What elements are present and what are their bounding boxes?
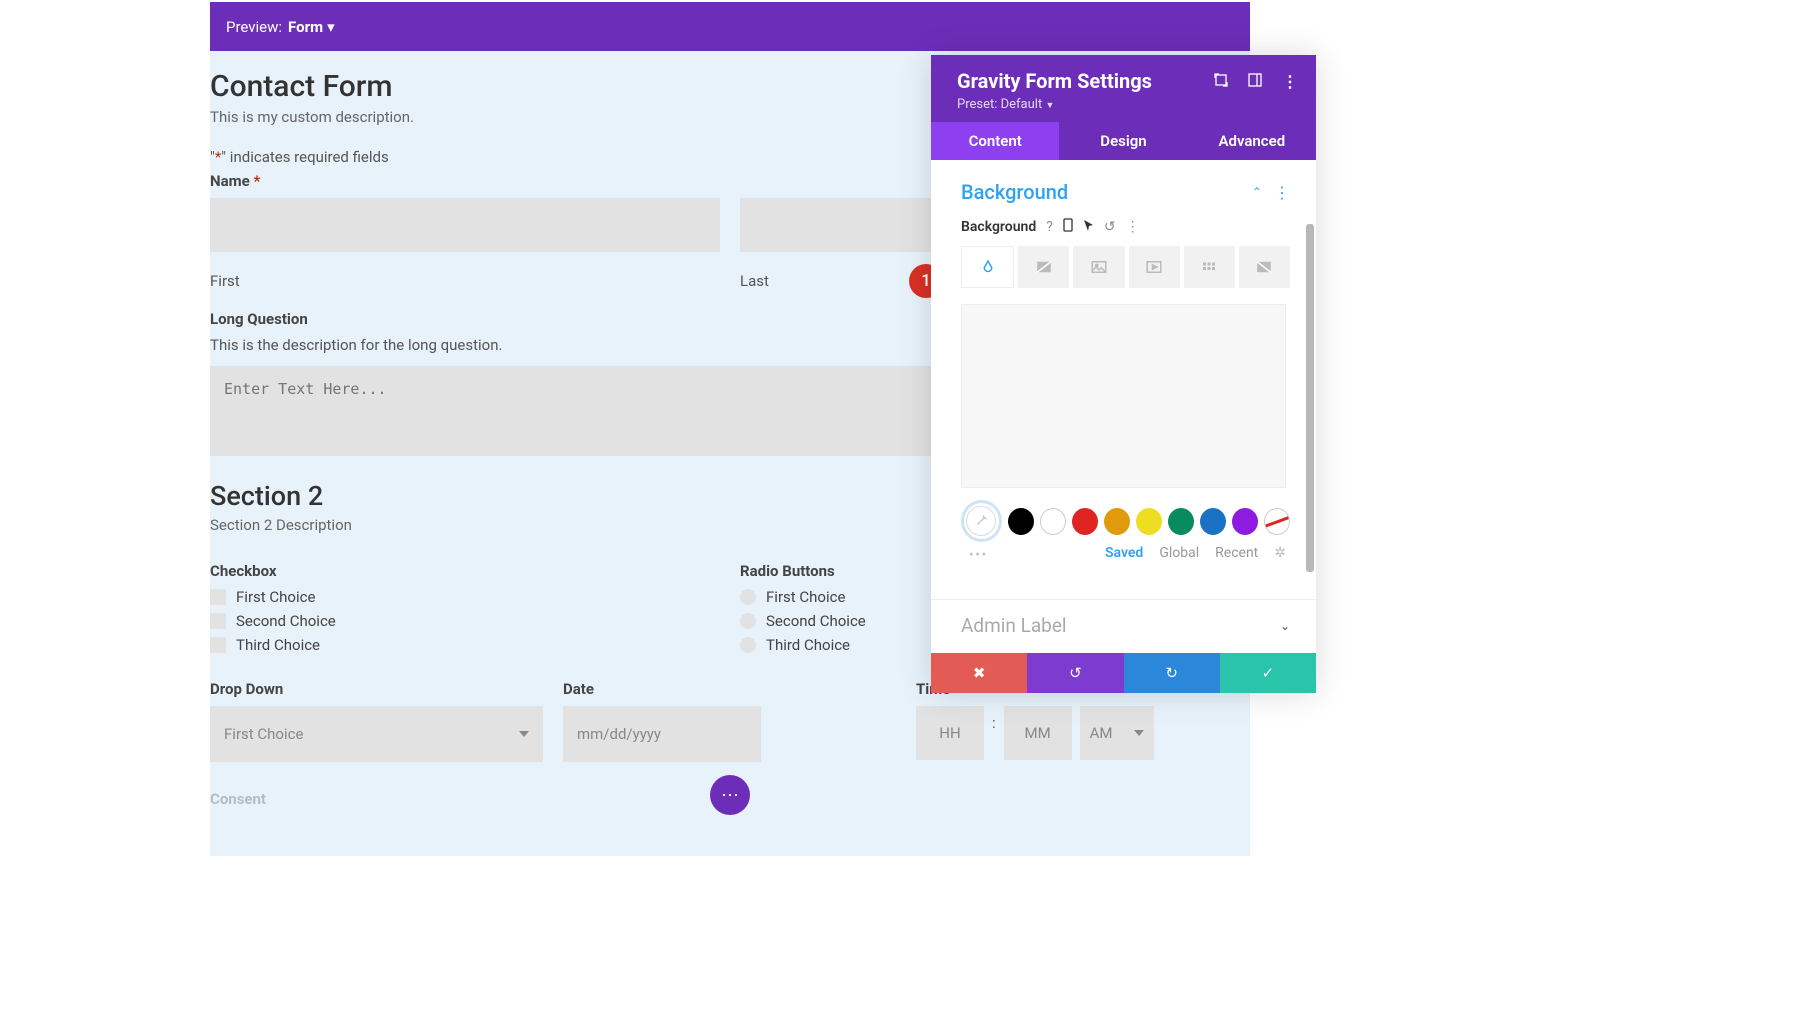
bg-fill-tab[interactable] — [961, 246, 1014, 288]
bg-image-tab[interactable] — [1073, 246, 1124, 288]
scrollbar-thumb[interactable] — [1306, 224, 1314, 572]
checkbox-choice[interactable]: Second Choice — [210, 612, 720, 630]
swatch-purple[interactable] — [1232, 508, 1258, 535]
undo-button[interactable]: ↺ — [1027, 653, 1123, 693]
more-vertical-icon[interactable]: ⋮ — [1126, 219, 1140, 235]
background-section-header[interactable]: Background ⌃ ⋮ — [931, 172, 1316, 214]
date-input[interactable]: mm/dd/yyyy — [563, 706, 761, 762]
tab-design[interactable]: Design — [1059, 122, 1187, 160]
date-label: Date — [563, 680, 896, 698]
checkbox-icon — [210, 589, 226, 605]
time-mm-input[interactable]: MM — [1004, 706, 1072, 760]
dropdown-select[interactable]: First Choice — [210, 706, 543, 762]
swatch-black[interactable] — [1008, 508, 1034, 535]
redo-icon: ↻ — [1165, 664, 1178, 682]
checkbox-label: Checkbox — [210, 562, 720, 580]
chevron-up-icon[interactable]: ⌃ — [1252, 185, 1262, 199]
admin-label-section[interactable]: Admin Label ⌄ — [931, 599, 1316, 653]
save-button[interactable]: ✓ — [1220, 653, 1316, 693]
swatch-red[interactable] — [1072, 508, 1098, 535]
check-icon: ✓ — [1262, 664, 1275, 682]
swatch-transparent[interactable] — [1264, 508, 1290, 535]
panel-body: Background ⌃ ⋮ Background ? ↺ ⋮ — [931, 160, 1316, 653]
swatch-tab-global[interactable]: Global — [1159, 545, 1199, 561]
checkbox-choice[interactable]: Third Choice — [210, 636, 720, 654]
chevron-down-icon: ⌄ — [1280, 619, 1290, 633]
first-name-input[interactable] — [210, 198, 720, 252]
close-icon: ✖ — [973, 664, 986, 682]
panel-title: Gravity Form Settings — [957, 69, 1152, 93]
hover-icon[interactable] — [1083, 219, 1094, 236]
background-type-tabs — [931, 246, 1316, 288]
chevron-down-icon — [519, 731, 529, 737]
radio-icon — [740, 589, 756, 605]
more-vertical-icon[interactable]: ⋮ — [1282, 72, 1298, 91]
swatch-white[interactable] — [1040, 508, 1066, 535]
swatch-orange[interactable] — [1104, 508, 1130, 535]
panel-header: Gravity Form Settings ⋮ Preset: Default … — [931, 55, 1316, 122]
gear-icon[interactable]: ✲ — [1274, 545, 1286, 561]
fab-more-button[interactable]: ⋯ — [710, 775, 750, 815]
bg-gradient-tab[interactable] — [1018, 246, 1069, 288]
swatch-tab-saved[interactable]: Saved — [1105, 545, 1143, 561]
reset-icon[interactable]: ↺ — [1104, 219, 1116, 235]
expand-icon[interactable] — [1214, 72, 1228, 91]
swatch-yellow[interactable] — [1136, 508, 1162, 535]
bg-video-tab[interactable] — [1129, 246, 1180, 288]
action-bar: ✖ ↺ ↻ ✓ — [931, 653, 1316, 693]
more-vertical-icon[interactable]: ⋮ — [1274, 183, 1290, 202]
preset-selector[interactable]: Preset: Default ▼ — [957, 97, 1298, 112]
time-ampm-select[interactable]: AM — [1080, 706, 1154, 760]
checkbox-choice[interactable]: First Choice — [210, 588, 720, 606]
help-icon[interactable]: ? — [1046, 219, 1053, 235]
swatch-tabs: Saved Global Recent ✲ — [931, 545, 1316, 579]
redo-button[interactable]: ↻ — [1124, 653, 1220, 693]
background-option-row: Background ? ↺ ⋮ — [931, 214, 1316, 246]
swatch-row — [931, 496, 1316, 544]
caret-down-icon: ▾ — [327, 18, 335, 36]
eyedropper-button[interactable] — [961, 500, 1002, 542]
radio-icon — [740, 637, 756, 653]
radio-icon — [740, 613, 756, 629]
preview-bar[interactable]: Preview: Form ▾ — [210, 2, 1250, 51]
dropdown-label: Drop Down — [210, 680, 543, 698]
close-button[interactable]: ✖ — [931, 653, 1027, 693]
settings-panel: Gravity Form Settings ⋮ Preset: Default … — [931, 55, 1316, 693]
tab-content[interactable]: Content — [931, 122, 1059, 160]
panel-tabs: Content Design Advanced — [931, 122, 1316, 160]
time-hh-input[interactable]: HH — [916, 706, 984, 760]
bg-pattern-tab[interactable] — [1184, 246, 1235, 288]
bg-mask-tab[interactable] — [1239, 246, 1290, 288]
tab-advanced[interactable]: Advanced — [1188, 122, 1316, 160]
swatch-blue[interactable] — [1200, 508, 1226, 535]
time-colon: : — [992, 714, 996, 732]
phone-icon[interactable] — [1063, 218, 1073, 236]
chevron-down-icon — [1134, 730, 1144, 736]
preview-label: Preview: — [226, 18, 282, 36]
swatch-green[interactable] — [1168, 508, 1194, 535]
checkbox-icon — [210, 637, 226, 653]
preview-value: Form — [288, 18, 323, 36]
checkbox-icon — [210, 613, 226, 629]
snap-icon[interactable] — [1248, 72, 1262, 91]
more-horizontal-icon: ⋯ — [721, 785, 739, 806]
swatch-tab-recent[interactable]: Recent — [1215, 545, 1258, 561]
color-preview[interactable] — [961, 304, 1286, 488]
first-name-sublabel: First — [210, 272, 720, 290]
undo-icon: ↺ — [1069, 664, 1082, 682]
